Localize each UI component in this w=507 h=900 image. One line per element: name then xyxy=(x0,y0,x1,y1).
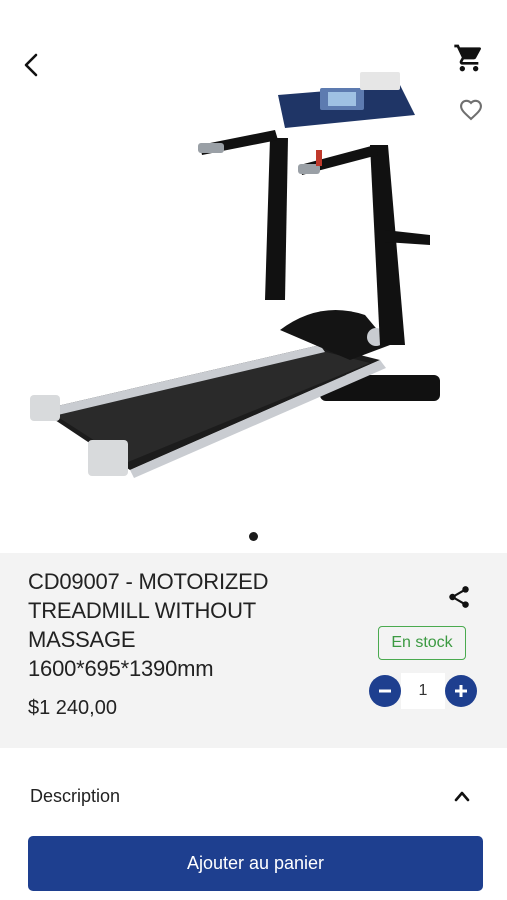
chevron-up-icon xyxy=(454,791,470,802)
product-gallery[interactable] xyxy=(0,0,507,520)
decrease-quantity-button[interactable] xyxy=(369,675,401,707)
product-price: $1 240,00 xyxy=(28,697,117,719)
plus-icon xyxy=(455,685,467,697)
heart-outline-icon xyxy=(460,99,482,121)
share-button[interactable] xyxy=(443,581,475,613)
product-title-line: MASSAGE xyxy=(28,627,136,652)
back-button[interactable] xyxy=(14,48,48,82)
share-icon xyxy=(449,586,469,608)
carousel-dot-active[interactable] xyxy=(249,532,258,541)
chevron-left-icon xyxy=(24,53,38,77)
description-label: Description xyxy=(30,786,121,806)
carousel-indicator xyxy=(0,532,507,541)
favorite-button[interactable] xyxy=(454,92,488,126)
product-info-panel: CD09007 - MOTORIZED TREADMILL WITHOUT MA… xyxy=(0,553,507,748)
quantity-value[interactable]: 1 xyxy=(401,673,445,709)
description-accordion[interactable]: Description xyxy=(0,770,507,822)
cart-icon xyxy=(454,44,482,72)
quantity-stepper: 1 xyxy=(369,673,477,709)
product-image xyxy=(30,72,440,478)
product-title-line: TREADMILL WITHOUT xyxy=(28,598,257,623)
cart-button[interactable] xyxy=(450,40,488,76)
product-title: CD09007 - MOTORIZED TREADMILL WITHOUT MA… xyxy=(28,567,328,683)
add-to-cart-button[interactable]: Ajouter au panier xyxy=(28,836,483,891)
product-title-line: 1600*695*1390mm xyxy=(28,656,214,681)
stock-badge: En stock xyxy=(378,626,466,660)
minus-icon xyxy=(379,689,391,693)
description-toggle-button[interactable] xyxy=(446,782,478,810)
increase-quantity-button[interactable] xyxy=(445,675,477,707)
product-title-line: CD09007 - MOTORIZED xyxy=(28,569,269,594)
